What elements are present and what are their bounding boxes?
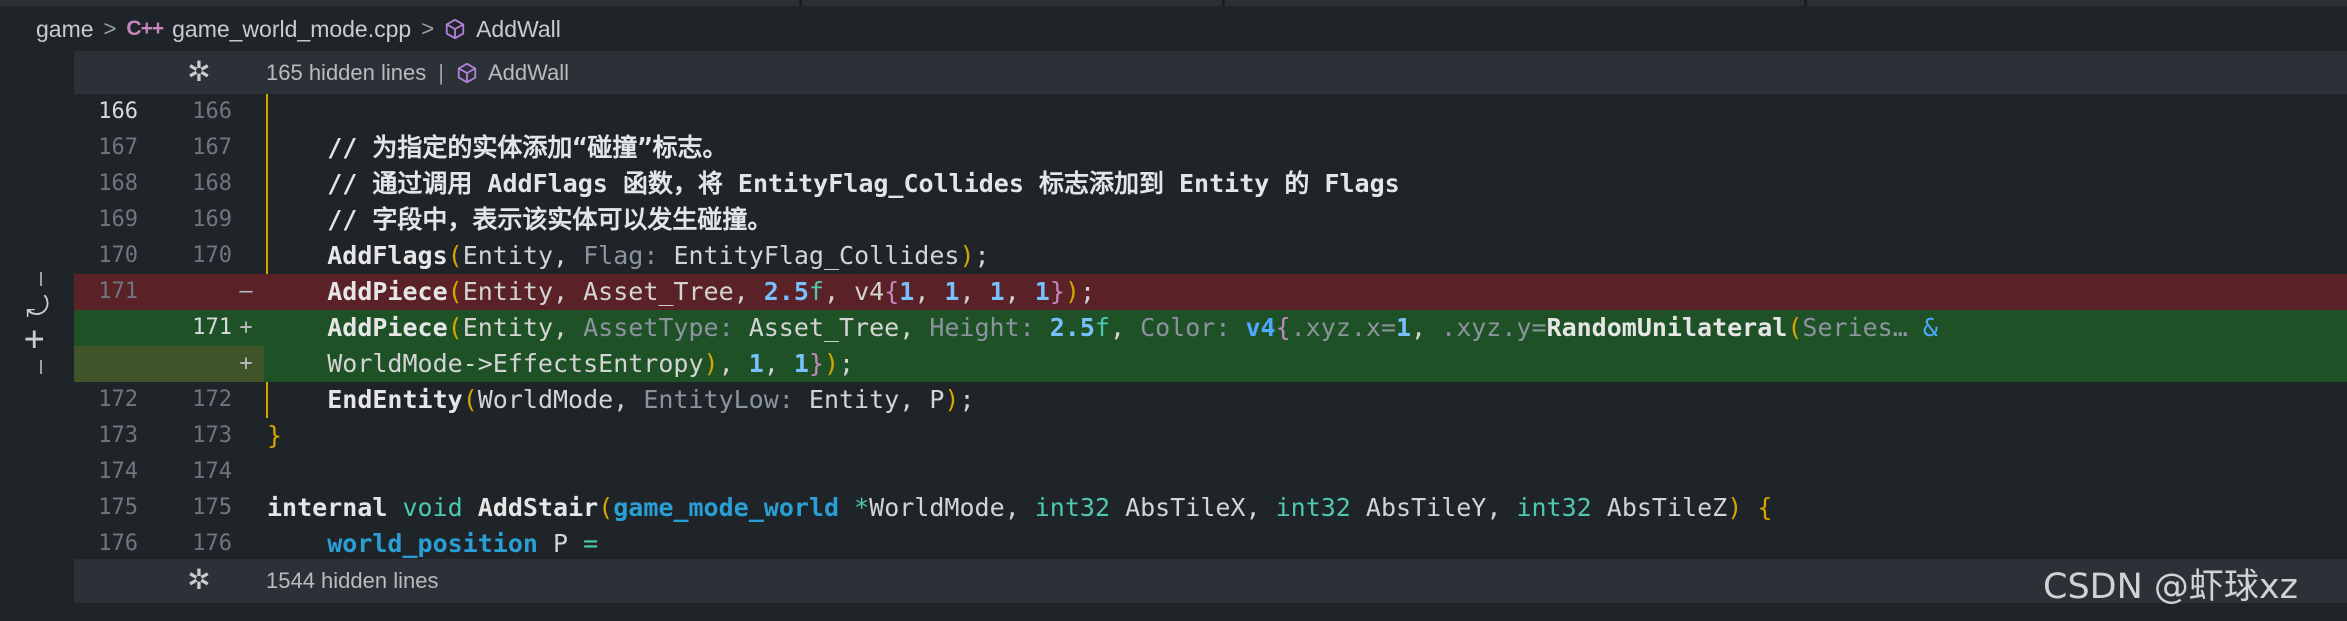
inlay-hint: Series…	[1802, 313, 1908, 342]
old-line-number: 166	[98, 99, 138, 124]
code-line[interactable]: 169 169 // 字段中，表示该实体可以发生碰撞。	[74, 202, 2347, 238]
watermark: CSDN @虾球xz	[2043, 567, 2298, 607]
code-line[interactable]: 176 176 world_position P =	[74, 526, 2347, 562]
code-text: WorldMode->EffectsEntropy), 1, 1});	[327, 349, 855, 378]
code-text: internal void AddStair(game_mode_world *…	[267, 493, 1773, 522]
new-line-number: 175	[192, 495, 232, 520]
dash-icon	[40, 272, 42, 286]
expand-icon[interactable]: ✲	[184, 57, 214, 87]
code-line[interactable]: 168 168 // 通过调用 AddFlags 函数，将 EntityFlag…	[74, 166, 2347, 202]
inlay-hint: AssetType:	[583, 313, 734, 342]
code-text: AddPiece(Entity, AssetType: Asset_Tree, …	[327, 313, 1938, 342]
dash-icon	[40, 360, 42, 374]
cpp-file-icon: C++	[126, 17, 164, 40]
code-text: AddPiece(Entity, Asset_Tree, 2.5f, v4{1,…	[327, 277, 1096, 306]
new-line-number: 173	[192, 423, 232, 448]
symbol-method-icon	[445, 18, 465, 40]
new-line-number: 171	[192, 315, 232, 340]
new-line-number: 168	[192, 171, 232, 196]
chevron-right-icon: >	[103, 16, 117, 41]
diff-add-marker: +	[239, 351, 253, 376]
inlay-hint: Height:	[929, 313, 1035, 342]
old-line-number: 175	[98, 495, 138, 520]
new-line-number: 169	[192, 207, 232, 232]
hidden-lines-bar-bottom[interactable]: ✲ 1544 hidden lines	[74, 559, 2347, 603]
breadcrumb-root[interactable]: game	[36, 16, 94, 43]
new-line-number: 172	[192, 387, 232, 412]
added-line[interactable]: + WorldMode->EffectsEntropy), 1, 1});	[74, 346, 2347, 382]
new-line-number: 166	[192, 99, 232, 124]
old-line-number: 168	[98, 171, 138, 196]
added-line[interactable]: 171 + AddPiece(Entity, AssetType: Asset_…	[74, 310, 2347, 346]
code-line[interactable]: 174 174	[74, 454, 2347, 490]
new-line-number: 176	[192, 531, 232, 556]
inlay-hint: .xyz.y=	[1441, 313, 1547, 342]
old-line-number: 170	[98, 243, 138, 268]
old-line-number: 169	[98, 207, 138, 232]
breadcrumb-symbol[interactable]: AddWall	[476, 16, 561, 43]
old-line-number: 171	[98, 279, 138, 304]
code-line[interactable]: 173 173 }	[74, 418, 2347, 454]
code-comment: // 字段中，表示该实体可以发生碰撞。	[267, 205, 773, 234]
hidden-lines-symbol: AddWall	[487, 60, 570, 85]
symbol-method-icon	[457, 62, 477, 84]
deleted-line[interactable]: 171 – AddPiece(Entity, Asset_Tree, 2.5f,…	[74, 274, 2347, 310]
add-icon[interactable]: +	[24, 322, 44, 356]
closing-brace: }	[267, 421, 283, 450]
expand-icon[interactable]: ✲	[184, 565, 214, 595]
indent-guide	[266, 94, 268, 130]
diff-gutter-actions: ⤾ +	[22, 272, 62, 382]
inlay-hint: Color:	[1140, 313, 1231, 342]
diff-editor[interactable]: 166 166 167 167 // 为指定的实体添加“碰撞”标志。 168 1…	[74, 94, 2347, 560]
revert-icon[interactable]: ⤾	[26, 292, 49, 322]
inlay-hint: EntityLow:	[643, 385, 794, 414]
hidden-lines-label: 1544 hidden lines	[266, 568, 439, 593]
code-line[interactable]: 172 172 EndEntity(WorldMode, EntityLow: …	[74, 382, 2347, 418]
new-line-number: 167	[192, 135, 232, 160]
hidden-lines-bar-top[interactable]: ✲ 165 hidden lines | AddWall	[74, 51, 2347, 95]
new-line-number: 174	[192, 459, 232, 484]
new-line-number: 170	[192, 243, 232, 268]
code-line[interactable]: 167 167 // 为指定的实体添加“碰撞”标志。	[74, 130, 2347, 166]
code-line[interactable]: 166 166	[74, 94, 2347, 130]
separator: |	[438, 60, 444, 85]
old-line-number: 172	[98, 387, 138, 412]
inlay-hint: Flag:	[583, 241, 659, 270]
chevron-right-icon: >	[421, 16, 435, 41]
old-line-number: 173	[98, 423, 138, 448]
code-comment: // 通过调用 AddFlags 函数，将 EntityFlag_Collide…	[267, 169, 1400, 198]
inlay-hint: .xyz.x=	[1290, 313, 1396, 342]
diff-remove-marker: –	[239, 279, 253, 304]
breadcrumb: game > C++ game_world_mode.cpp > AddWall	[0, 6, 2347, 52]
old-line-number: 176	[98, 531, 138, 556]
breadcrumb-file[interactable]: game_world_mode.cpp	[172, 16, 411, 43]
code-text: AddFlags(Entity, Flag: EntityFlag_Collid…	[327, 241, 990, 270]
code-line[interactable]: 170 170 AddFlags(Entity, Flag: EntityFla…	[74, 238, 2347, 274]
code-text: EndEntity(WorldMode, EntityLow: Entity, …	[327, 385, 975, 414]
code-text: world_position P =	[327, 529, 599, 558]
code-line[interactable]: 175 175 internal void AddStair(game_mode…	[74, 490, 2347, 526]
diff-add-marker: +	[239, 315, 253, 340]
old-line-number: 174	[98, 459, 138, 484]
hidden-lines-label: 165 hidden lines	[266, 60, 427, 85]
code-comment: // 为指定的实体添加“碰撞”标志。	[267, 133, 728, 162]
old-line-number: 167	[98, 135, 138, 160]
